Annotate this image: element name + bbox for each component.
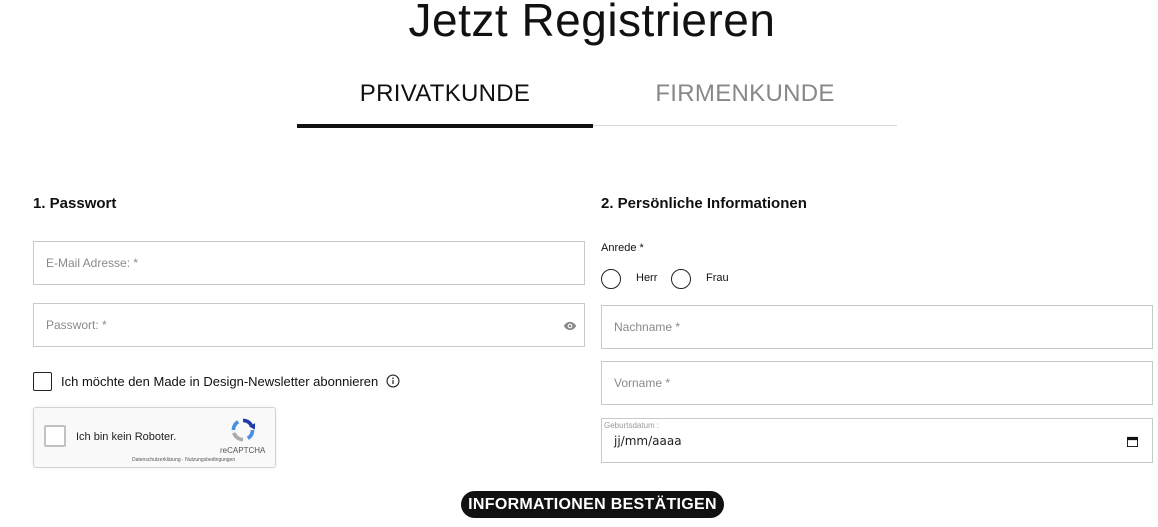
info-icon[interactable]: [386, 374, 400, 388]
tab-firmenkunde-label: FIRMENKUNDE: [655, 80, 835, 107]
firstname-input[interactable]: [602, 362, 1152, 404]
eye-icon[interactable]: [563, 319, 577, 333]
newsletter-row: Ich möchte den Made in Design-Newsletter…: [33, 371, 400, 391]
calendar-icon[interactable]: [1127, 436, 1138, 447]
recaptcha-checkbox[interactable]: [44, 425, 66, 447]
section-personal-info-title: 2. Persönliche Informationen: [601, 195, 807, 212]
salutation-frau-radio[interactable]: [671, 269, 691, 289]
tab-privatkunde[interactable]: PRIVATKUNDE: [297, 72, 593, 129]
password-input[interactable]: [34, 304, 584, 346]
lastname-field[interactable]: [601, 305, 1153, 349]
newsletter-checkbox[interactable]: [33, 371, 52, 391]
email-input[interactable]: [34, 242, 584, 284]
recaptcha-logo-icon: [231, 418, 256, 442]
password-field[interactable]: [33, 303, 585, 347]
active-tab-underline: [297, 124, 593, 128]
section-password-title: 1. Passwort: [33, 195, 117, 212]
birthdate-label: Geburtsdatum :: [604, 421, 660, 430]
recaptcha-label: Ich bin kein Roboter.: [76, 431, 177, 443]
page-title: Jetzt Registrieren: [408, 0, 776, 46]
firstname-field[interactable]: [601, 361, 1153, 405]
birthdate-field[interactable]: Geburtsdatum : jj/mm/aaaa: [601, 418, 1153, 463]
recaptcha-links[interactable]: Datenschutzerklärung · Nutzungsbedingung…: [132, 457, 235, 463]
submit-button[interactable]: INFORMATIONEN BESTÄTIGEN: [461, 491, 724, 518]
recaptcha-brand: reCAPTCHA: [220, 446, 266, 455]
salutation-frau-label: Frau: [706, 272, 729, 284]
recaptcha-widget: Ich bin kein Roboter. reCAPTCHA Datensch…: [33, 407, 276, 468]
salutation-herr-label: Herr: [636, 272, 658, 284]
birthdate-value[interactable]: jj/mm/aaaa: [614, 434, 682, 448]
email-field[interactable]: [33, 241, 585, 285]
tab-firmenkunde[interactable]: FIRMENKUNDE: [593, 72, 897, 129]
salutation-herr-radio[interactable]: [601, 269, 621, 289]
salutation-label: Anrede *: [601, 242, 644, 254]
lastname-input[interactable]: [602, 306, 1152, 348]
tab-privatkunde-label: PRIVATKUNDE: [359, 80, 531, 107]
newsletter-label: Ich möchte den Made in Design-Newsletter…: [61, 373, 379, 389]
customer-type-tabs: PRIVATKUNDE FIRMENKUNDE: [297, 72, 897, 129]
